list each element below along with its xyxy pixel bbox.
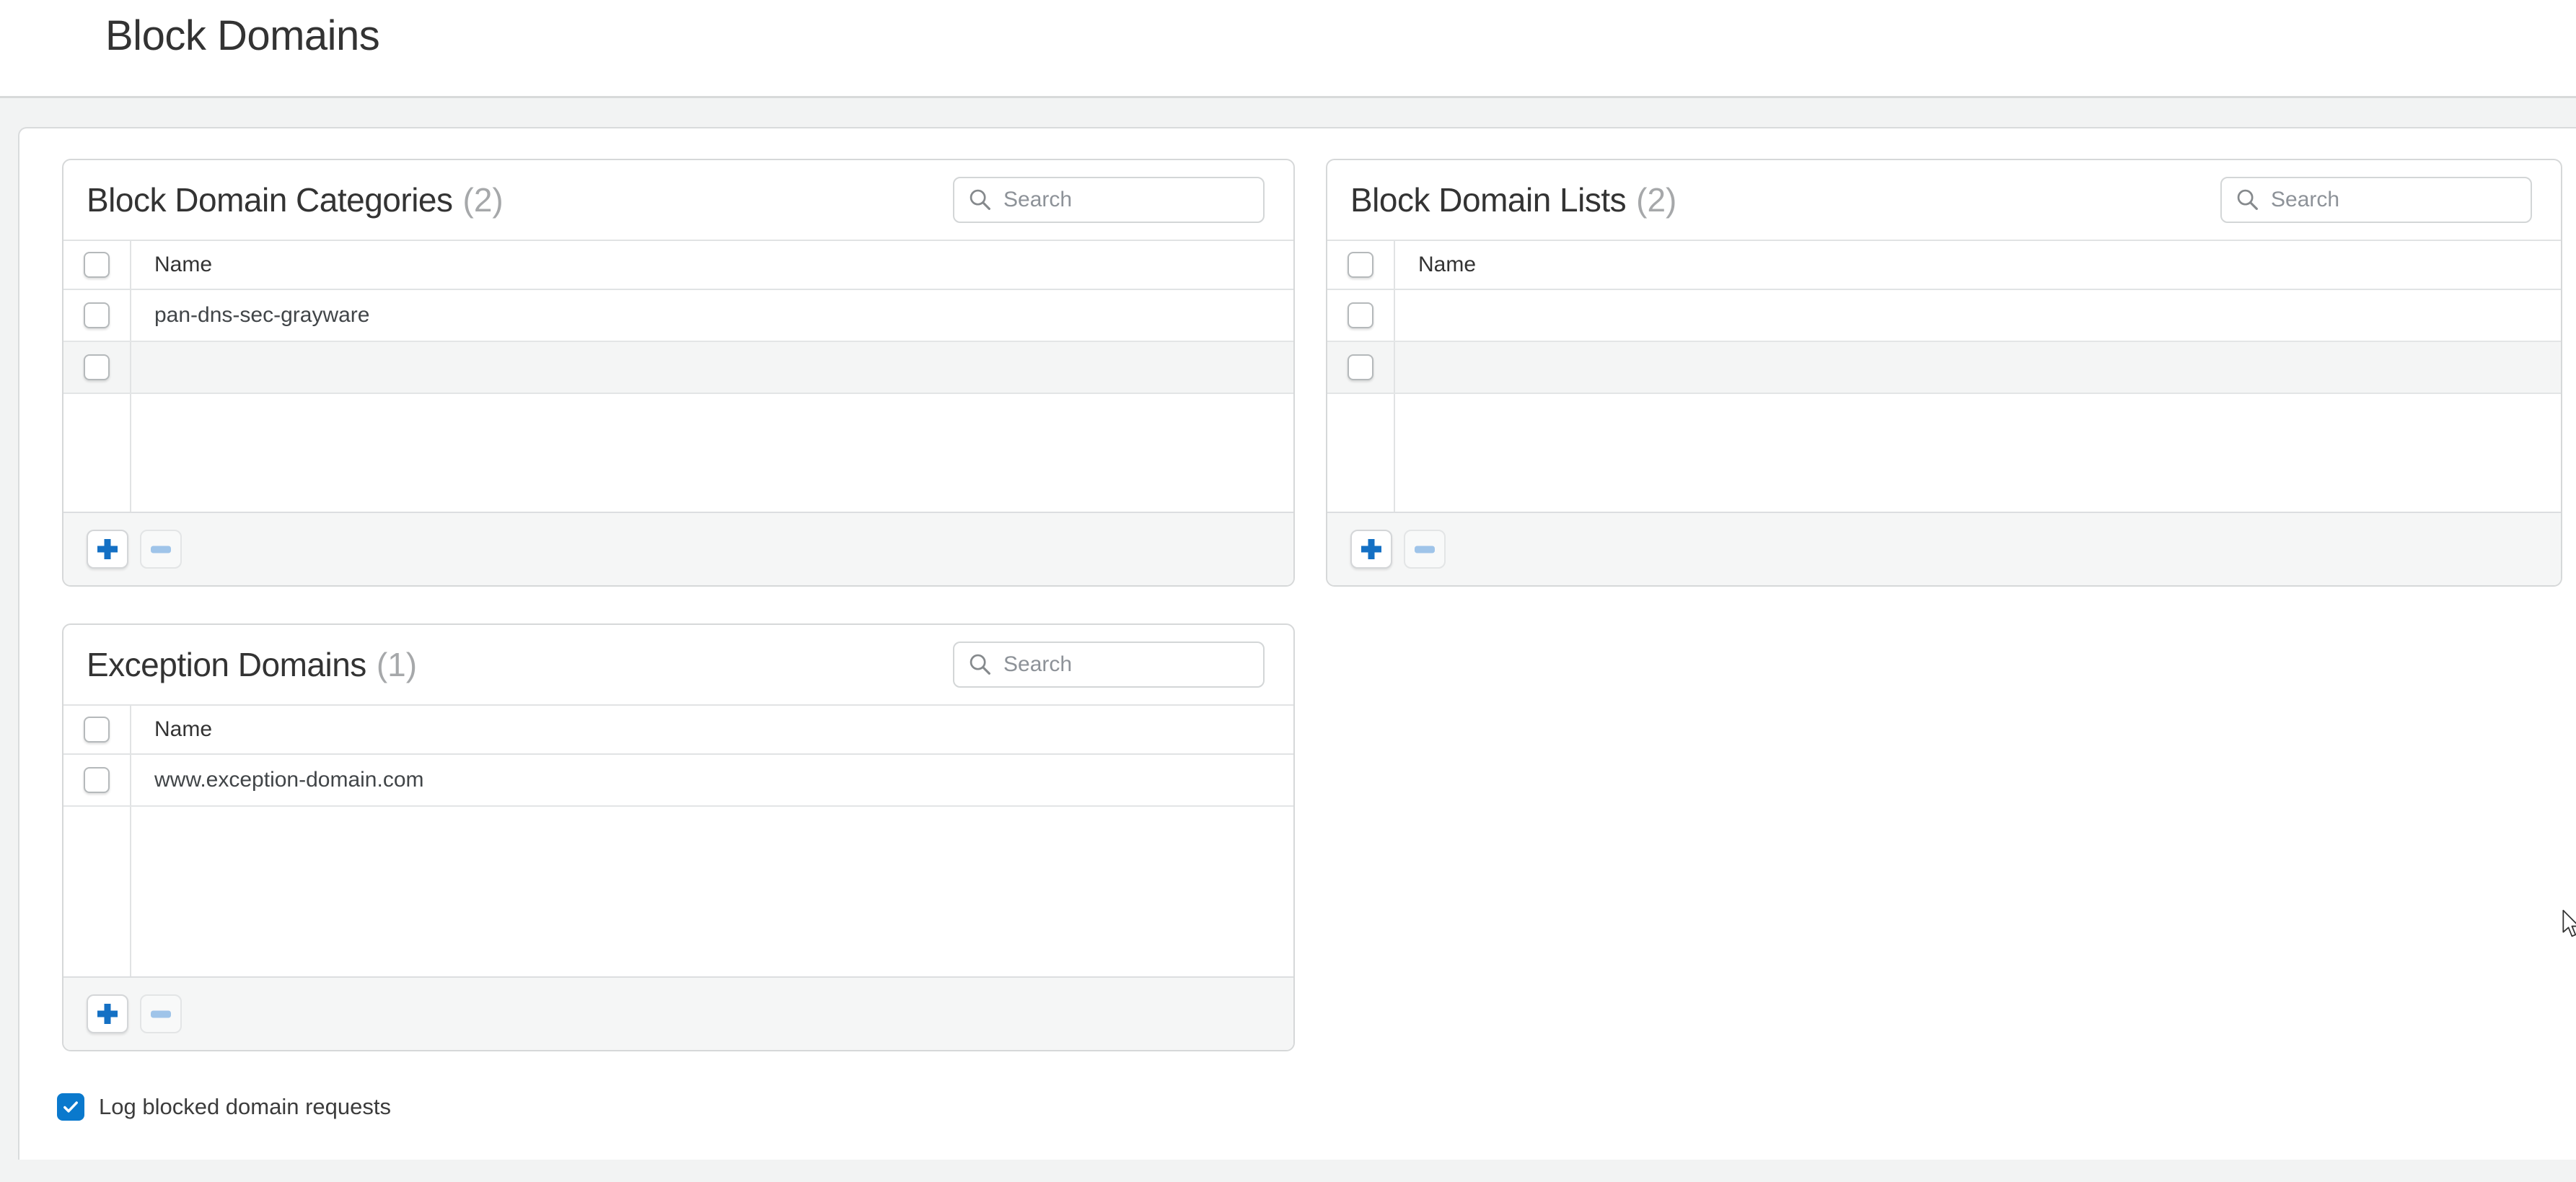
- row-name-cell: www.exception-domain.com: [131, 755, 424, 805]
- block-domains-page: { "page": { "title": "Block Domains" }, …: [0, 0, 2576, 1182]
- app-header: Block Domains: [0, 0, 2576, 98]
- row-name-cell: [131, 342, 154, 393]
- add-button[interactable]: [87, 530, 128, 569]
- table-row[interactable]: [1327, 290, 2561, 342]
- search-icon: [967, 652, 993, 678]
- checkbox-column-filler: [1327, 394, 1395, 512]
- panel-title: Block Domain Lists: [1350, 180, 1626, 219]
- panel-footer: [63, 512, 1293, 585]
- panel-exception-domains: Exception Domains (1) Name www.exception…: [62, 623, 1295, 1051]
- search-icon: [2235, 187, 2261, 213]
- row-checkbox-cell: [63, 755, 131, 805]
- mouse-cursor: [2561, 909, 2576, 938]
- panel-count-badge: (1): [377, 645, 417, 684]
- panel-block-domain-categories: Block Domain Categories (2) Name pan-dns…: [62, 159, 1295, 587]
- column-header-name: Name: [1395, 241, 1476, 289]
- panel-block-domain-lists: Block Domain Lists (2) Name: [1326, 159, 2562, 587]
- select-all-checkbox[interactable]: [84, 252, 110, 278]
- row-checkbox[interactable]: [84, 354, 110, 380]
- table-empty-area: [63, 807, 1293, 976]
- column-header-name: Name: [131, 241, 212, 289]
- panel-footer: [1327, 512, 2561, 585]
- row-checkbox[interactable]: [84, 767, 110, 793]
- table-empty-area: [1327, 394, 2561, 512]
- panel-count-badge: (2): [463, 180, 504, 219]
- search-input[interactable]: [1003, 188, 1250, 212]
- search-input[interactable]: [2271, 188, 2518, 212]
- log-blocked-checkbox[interactable]: [57, 1093, 84, 1121]
- row-checkbox[interactable]: [84, 302, 110, 328]
- row-checkbox[interactable]: [1348, 302, 1373, 328]
- panel-header: Block Domain Lists (2): [1327, 160, 2561, 240]
- remove-button[interactable]: [140, 530, 182, 569]
- row-name-cell: [1395, 290, 1418, 341]
- panel-title: Exception Domains: [87, 645, 366, 684]
- row-checkbox-cell: [63, 290, 131, 341]
- row-checkbox-cell: [63, 342, 131, 393]
- add-button[interactable]: [87, 994, 128, 1033]
- checkbox-column-filler: [63, 394, 131, 512]
- table-row[interactable]: [1327, 342, 2561, 394]
- table-row[interactable]: www.exception-domain.com: [63, 755, 1293, 807]
- table-header-row: Name: [63, 704, 1293, 755]
- search-box[interactable]: [953, 642, 1265, 688]
- row-checkbox-cell: [1327, 342, 1395, 393]
- minus-icon: [1412, 537, 1437, 561]
- checkmark-icon: [61, 1097, 81, 1117]
- search-box[interactable]: [2220, 177, 2532, 223]
- table-row[interactable]: [63, 342, 1293, 394]
- remove-button[interactable]: [140, 994, 182, 1033]
- panel-header: Exception Domains (1): [63, 625, 1293, 704]
- select-all-checkbox[interactable]: [84, 717, 110, 743]
- minus-icon: [149, 537, 173, 561]
- table-empty-area: [63, 394, 1293, 512]
- select-all-cell: [63, 706, 131, 753]
- panel-count-badge: (2): [1636, 180, 1676, 219]
- search-box[interactable]: [953, 177, 1265, 223]
- log-blocked-label: Log blocked domain requests: [99, 1094, 391, 1120]
- plus-icon: [1359, 537, 1384, 561]
- minus-icon: [149, 1002, 173, 1026]
- panel-header: Block Domain Categories (2): [63, 160, 1293, 240]
- row-name-cell: pan-dns-sec-grayware: [131, 290, 369, 341]
- log-blocked-option: Log blocked domain requests: [57, 1093, 391, 1121]
- select-all-cell: [1327, 241, 1395, 289]
- add-button[interactable]: [1350, 530, 1392, 569]
- plus-icon: [95, 537, 120, 561]
- panel-footer: [63, 976, 1293, 1050]
- table-row[interactable]: pan-dns-sec-grayware: [63, 290, 1293, 342]
- search-icon: [967, 187, 993, 213]
- plus-icon: [95, 1002, 120, 1026]
- select-all-cell: [63, 241, 131, 289]
- row-checkbox-cell: [1327, 290, 1395, 341]
- row-checkbox[interactable]: [1348, 354, 1373, 380]
- row-name-cell: [1395, 342, 1418, 393]
- table-header-row: Name: [63, 240, 1293, 290]
- content-card: Block Domain Categories (2) Name pan-dns…: [18, 127, 2576, 1160]
- checkbox-column-filler: [63, 807, 131, 976]
- table-header-row: Name: [1327, 240, 2561, 290]
- remove-button[interactable]: [1404, 530, 1446, 569]
- page-title: Block Domains: [105, 12, 379, 60]
- search-input[interactable]: [1003, 652, 1250, 677]
- panel-title: Block Domain Categories: [87, 180, 453, 219]
- column-header-name: Name: [131, 706, 212, 753]
- select-all-checkbox[interactable]: [1348, 252, 1373, 278]
